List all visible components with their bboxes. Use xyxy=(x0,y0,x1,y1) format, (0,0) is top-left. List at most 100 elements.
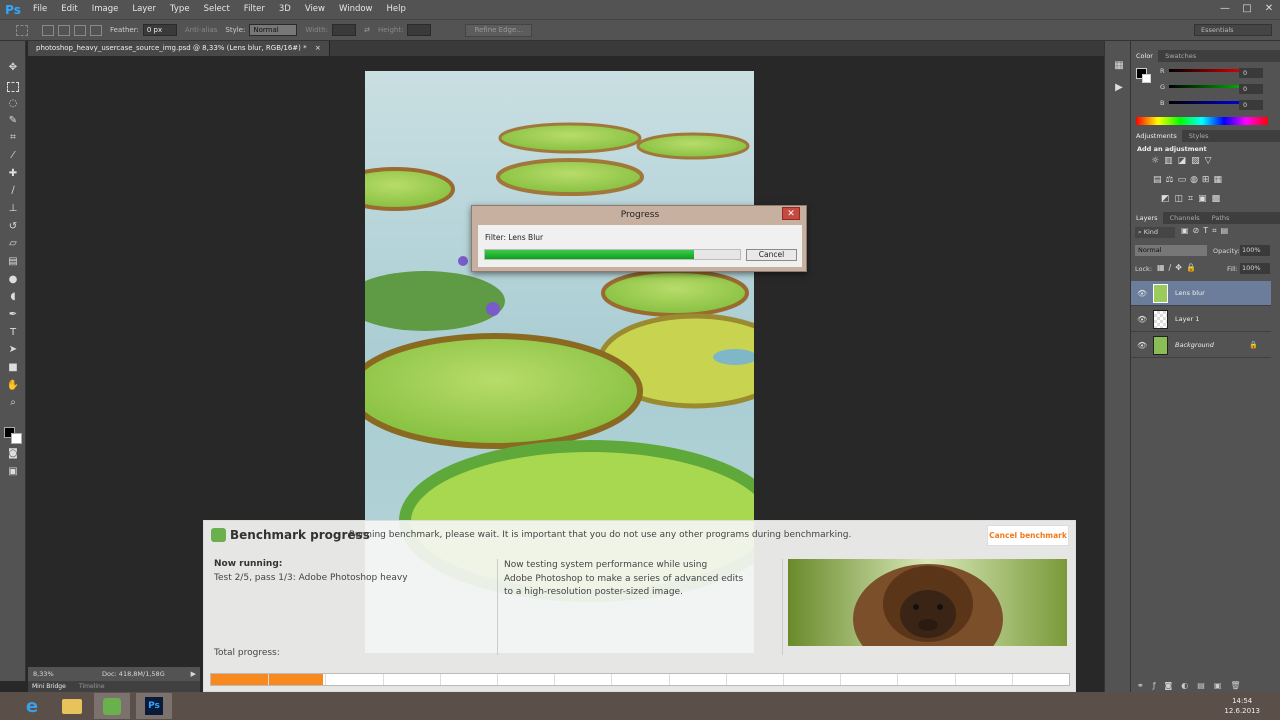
layer-filter-kind[interactable]: ⌕ Kind xyxy=(1135,227,1175,238)
tab-adjustments[interactable]: Adjustments xyxy=(1131,130,1182,142)
menu-window[interactable]: Window xyxy=(332,0,380,19)
menu-file[interactable]: File xyxy=(26,0,54,19)
quick-select-tool-icon[interactable]: ✎ xyxy=(5,114,21,128)
tab-swatches[interactable]: Swatches xyxy=(1160,50,1201,62)
adjustment-icons-row-1[interactable]: ☼▥◪▧▽ xyxy=(1151,156,1217,166)
tab-layers[interactable]: Layers xyxy=(1131,212,1163,224)
tab-mini-bridge[interactable]: Mini Bridge xyxy=(32,681,66,692)
file-explorer-icon[interactable] xyxy=(54,693,90,719)
zoom-level[interactable]: 8,33% xyxy=(33,667,54,681)
color-background-swatch[interactable] xyxy=(1142,74,1151,83)
r-label: R xyxy=(1160,67,1165,75)
clone-stamp-icon[interactable]: ⊥ xyxy=(5,202,21,216)
type-tool-icon[interactable]: T xyxy=(5,326,21,340)
clock[interactable]: 14:54 12.6.2013 xyxy=(1224,696,1260,716)
add-adjustment-label: Add an adjustment xyxy=(1137,145,1207,153)
gradient-tool-icon[interactable]: ▤ xyxy=(5,255,21,269)
cancel-button[interactable]: Cancel xyxy=(746,249,797,261)
document-tab[interactable]: photoshop_heavy_usercase_source_img.psd … xyxy=(28,41,330,56)
path-select-tool-icon[interactable]: ➤ xyxy=(5,343,21,357)
hand-tool-icon[interactable]: ✋ xyxy=(5,379,21,393)
progress-tick xyxy=(897,674,898,685)
adjustment-icons-row-2[interactable]: ▤⚖▭◍⊞▦ xyxy=(1153,175,1226,185)
desc-line: to a high-resolution poster-sized image. xyxy=(504,586,774,600)
status-arrow-icon[interactable]: ▶ xyxy=(191,667,196,681)
style-select[interactable]: Normal xyxy=(249,24,297,36)
menu-type[interactable]: Type xyxy=(163,0,197,19)
rectangle-tool-icon[interactable]: ■ xyxy=(5,361,21,375)
eyedropper-tool-icon[interactable]: ⁄ xyxy=(5,149,21,163)
adjustment-icons-row-3[interactable]: ◩◫⌗▣▩ xyxy=(1161,194,1225,204)
menu-3d[interactable]: 3D xyxy=(272,0,298,19)
g-value[interactable]: 0 xyxy=(1239,84,1263,94)
layer-row-layer-1[interactable]: 👁 Layer 1 xyxy=(1131,307,1271,332)
blur-tool-icon[interactable]: ● xyxy=(5,273,21,287)
swap-icon[interactable]: ⇄ xyxy=(364,26,370,34)
screen-mode-icon[interactable]: ▣ xyxy=(5,465,21,479)
photoshop-taskbar-icon[interactable]: Ps xyxy=(136,693,172,719)
antialias-checkbox[interactable]: Anti-alias xyxy=(185,26,218,34)
minimize-button[interactable]: — xyxy=(1214,0,1236,19)
tab-channels[interactable]: Channels xyxy=(1165,212,1205,224)
menu-help[interactable]: Help xyxy=(380,0,413,19)
actions-panel-icon[interactable]: ▶ xyxy=(1111,81,1127,95)
layer-row-lens-blur[interactable]: 👁 Lens blur xyxy=(1131,281,1271,306)
internet-explorer-icon[interactable]: e xyxy=(14,693,50,719)
lock-icons[interactable]: ▦∕✥🔒 xyxy=(1157,263,1200,272)
r-value[interactable]: 0 xyxy=(1239,68,1263,78)
eye-icon[interactable]: 👁 xyxy=(1137,333,1147,358)
eye-icon[interactable]: 👁 xyxy=(1137,307,1147,332)
move-tool-icon[interactable]: ✥ xyxy=(5,61,21,75)
layer-row-background[interactable]: 👁 Background 🔒 xyxy=(1131,333,1271,358)
eye-icon[interactable]: 👁 xyxy=(1137,281,1147,306)
intersect-selection-icon[interactable] xyxy=(90,25,102,36)
maximize-button[interactable]: □ xyxy=(1236,0,1258,19)
cancel-benchmark-button[interactable]: Cancel benchmark xyxy=(987,525,1069,546)
brush-tool-icon[interactable]: ∕ xyxy=(5,184,21,198)
close-button[interactable]: ✕ xyxy=(1258,0,1280,19)
layer-name: Background xyxy=(1175,333,1214,358)
history-brush-icon[interactable]: ↺ xyxy=(5,220,21,234)
dodge-tool-icon[interactable]: ◖ xyxy=(5,290,21,304)
benchmark-app-icon[interactable] xyxy=(94,693,130,719)
opacity-input[interactable]: 100% xyxy=(1240,245,1270,256)
subtract-selection-icon[interactable] xyxy=(74,25,86,36)
color-spectrum[interactable] xyxy=(1136,117,1268,125)
layer-filter-icons[interactable]: ▣⊘T⌗▤ xyxy=(1181,226,1232,236)
menu-image[interactable]: Image xyxy=(85,0,126,19)
zoom-tool-icon[interactable]: ⌕ xyxy=(5,396,21,410)
eraser-tool-icon[interactable]: ▱ xyxy=(5,237,21,251)
add-selection-icon[interactable] xyxy=(58,25,70,36)
width-input[interactable] xyxy=(332,24,356,36)
tab-color[interactable]: Color xyxy=(1131,50,1158,62)
feather-input[interactable]: 0 px xyxy=(143,24,177,36)
menu-edit[interactable]: Edit xyxy=(54,0,84,19)
quick-mask-icon[interactable]: ◙ xyxy=(5,447,21,461)
tab-styles[interactable]: Styles xyxy=(1184,130,1214,142)
dialog-close-button[interactable]: ✕ xyxy=(782,207,800,220)
marquee-tool-icon[interactable] xyxy=(7,82,19,92)
total-progress-label: Total progress: xyxy=(214,648,280,658)
fill-input[interactable]: 100% xyxy=(1240,263,1270,274)
workspace-select[interactable]: Essentials xyxy=(1194,24,1272,36)
tab-timeline[interactable]: Timeline xyxy=(79,681,105,692)
marquee-tool-preset-icon[interactable] xyxy=(16,25,28,36)
close-tab-icon[interactable]: × xyxy=(315,44,321,52)
history-panel-icon[interactable]: ▦ xyxy=(1111,59,1127,73)
pen-tool-icon[interactable]: ✒ xyxy=(5,308,21,322)
height-input[interactable] xyxy=(407,24,431,36)
blend-mode-select[interactable]: Normal xyxy=(1135,245,1207,256)
lasso-tool-icon[interactable]: ◌ xyxy=(5,97,21,111)
menu-select[interactable]: Select xyxy=(197,0,237,19)
menu-view[interactable]: View xyxy=(298,0,332,19)
healing-brush-icon[interactable]: ✚ xyxy=(5,167,21,181)
menu-filter[interactable]: Filter xyxy=(237,0,272,19)
b-value[interactable]: 0 xyxy=(1239,100,1263,110)
refine-edge-button[interactable]: Refine Edge... xyxy=(465,24,532,37)
tab-paths[interactable]: Paths xyxy=(1207,212,1235,224)
background-color-swatch[interactable] xyxy=(11,433,22,444)
crop-tool-icon[interactable]: ⌗ xyxy=(5,131,21,145)
new-selection-icon[interactable] xyxy=(42,25,54,36)
menu-layer[interactable]: Layer xyxy=(125,0,163,19)
layers-footer-icons[interactable]: ⚭ƒ◙◐▤▣🗑 xyxy=(1137,681,1250,690)
